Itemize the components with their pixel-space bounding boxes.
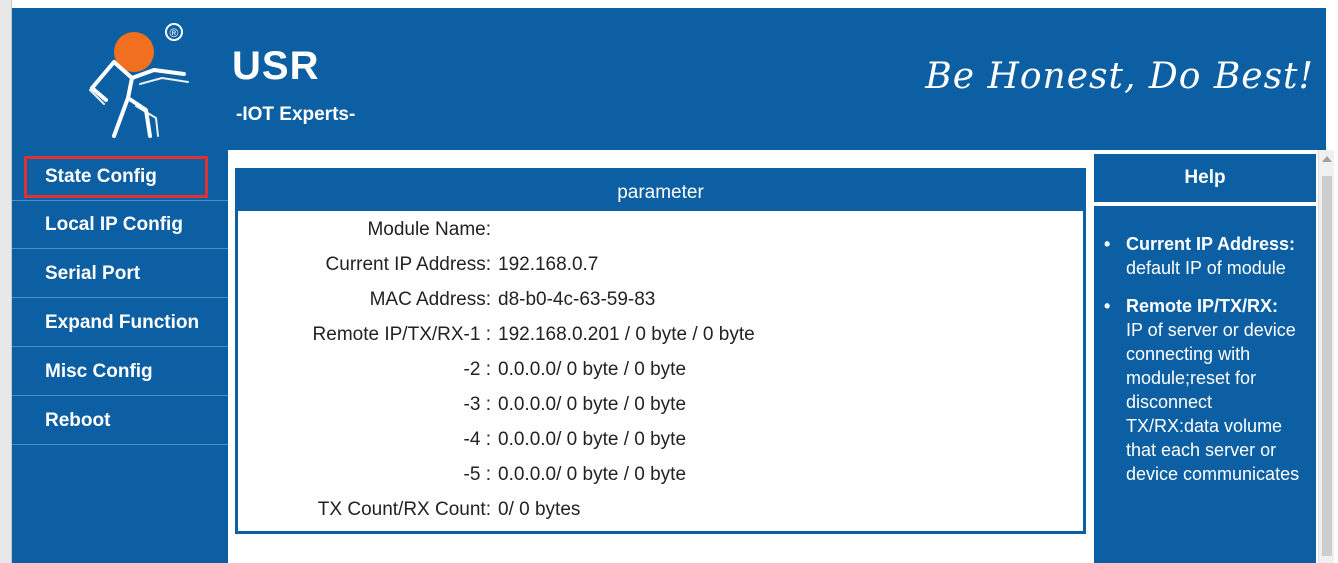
sidebar-item-local-ip-config[interactable]: Local IP Config [12,201,228,249]
bullet: • [1104,296,1111,316]
param-label: -5 : [463,464,491,485]
sidebar-item-state-config[interactable]: State Config [24,156,208,198]
help-panel: Help • Current IP Address: default IP of… [1092,150,1318,563]
main-content: parameter Module Name: Current IP Addres… [228,150,1092,563]
parameter-panel: parameter Module Name: Current IP Addres… [235,168,1086,534]
param-row: -4 : 0.0.0.0/ 0 byte / 0 byte [238,429,1083,464]
parameter-title: parameter [238,171,1083,211]
param-value: 192.168.0.7 [498,254,599,275]
param-label: TX Count/RX Count: [317,499,491,520]
help-term: Remote IP/TX/RX: [1126,296,1279,316]
vertical-scrollbar[interactable] [1318,150,1334,563]
scroll-thumb[interactable] [1322,176,1332,556]
param-row: -5 : 0.0.0.0/ 0 byte / 0 byte [238,464,1083,499]
header-banner: ® USR -IOT Experts- Be Honest, Do Best! [12,8,1326,150]
slogan: Be Honest, Do Best! [925,56,1314,97]
param-value: 0.0.0.0/ 0 byte / 0 byte [498,359,687,380]
help-item: • Current IP Address: default IP of modu… [1102,232,1308,280]
param-value: 192.168.0.201 / 0 byte / 0 byte [498,324,755,345]
brand-name: USR [232,44,320,88]
help-item: • Remote IP/TX/RX: IP of server or devic… [1102,294,1308,486]
registered-mark: ® [170,26,179,40]
page-frame: ® USR -IOT Experts- Be Honest, Do Best! … [0,0,1338,563]
sidebar-item-misc-config[interactable]: Misc Config [12,348,228,396]
usr-logo-icon: ® [89,23,189,138]
sidebar-item-reboot[interactable]: Reboot [12,397,228,445]
sidebar-item-expand-function[interactable]: Expand Function [12,299,228,347]
param-value: 0.0.0.0/ 0 byte / 0 byte [498,394,687,415]
scroll-up-arrow-icon[interactable] [1322,156,1332,162]
param-row: Module Name: [238,219,1083,254]
help-term: Current IP Address: [1126,234,1296,254]
param-row: TX Count/RX Count: 0/ 0 bytes [238,499,1083,534]
param-row: -3 : 0.0.0.0/ 0 byte / 0 byte [238,394,1083,429]
param-value: d8-b0-4c-63-59-83 [498,289,656,310]
param-label: Module Name: [367,219,491,240]
param-row: -2 : 0.0.0.0/ 0 byte / 0 byte [238,359,1083,394]
help-desc: IP of server or device connecting with m… [1126,320,1300,484]
param-label: Current IP Address: [325,254,491,275]
param-label: -2 : [463,359,491,380]
param-row: Remote IP/TX/RX-1 : 192.168.0.201 / 0 by… [238,324,1083,359]
help-desc: default IP of module [1126,258,1286,278]
param-label: -4 : [463,429,491,450]
param-label: Remote IP/TX/RX-1 : [312,324,491,345]
help-title: Help [1094,154,1316,202]
param-value: 0/ 0 bytes [498,499,581,520]
param-label: MAC Address: [369,289,491,310]
sidebar-nav: State Config Local IP Config Serial Port… [12,150,228,563]
param-row: Current IP Address: 192.168.0.7 [238,254,1083,289]
bullet: • [1104,234,1111,254]
window-edge [0,0,12,563]
brand-tagline: -IOT Experts- [236,104,356,125]
param-row: MAC Address: d8-b0-4c-63-59-83 [238,289,1083,324]
sidebar-item-serial-port[interactable]: Serial Port [12,250,228,298]
param-value: 0.0.0.0/ 0 byte / 0 byte [498,464,687,485]
help-body: • Current IP Address: default IP of modu… [1094,206,1316,563]
param-label: -3 : [463,394,491,415]
param-value: 0.0.0.0/ 0 byte / 0 byte [498,429,687,450]
